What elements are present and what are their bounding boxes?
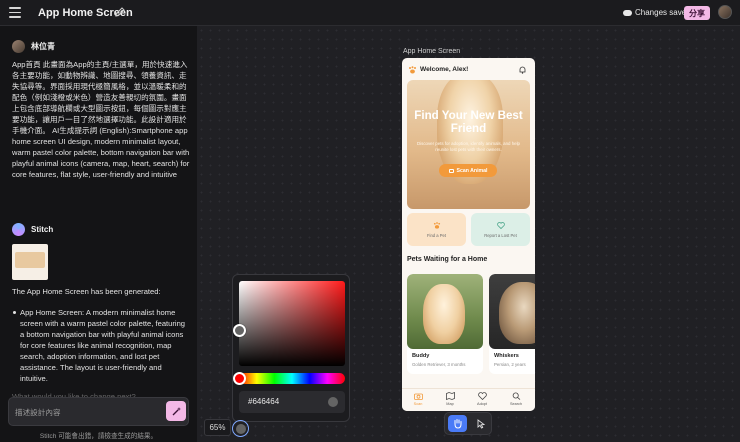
color-swatch-button[interactable] — [232, 420, 249, 437]
nav-item-adopt[interactable]: Adopt — [470, 392, 494, 406]
pet-card[interactable]: Whiskers Persian, 2 years — [489, 274, 535, 374]
pet-name: Whiskers — [494, 353, 519, 359]
user-avatar[interactable] — [718, 5, 732, 19]
menu-icon[interactable] — [9, 7, 21, 18]
saturation-handle[interactable] — [233, 324, 246, 337]
paw-icon — [433, 221, 440, 229]
user-name: 林位青 — [31, 42, 55, 51]
hex-value: #646464 — [248, 397, 280, 406]
cloud-icon — [623, 9, 632, 16]
bullet — [13, 311, 16, 314]
pet-name: Buddy — [412, 353, 430, 359]
zoom-level[interactable]: 65% — [204, 419, 231, 436]
top-bar: App Home Screen Changes save 分享 — [0, 0, 740, 26]
heart-icon — [477, 392, 487, 400]
bottom-navigation: Scan Map Adopt Search — [402, 388, 535, 411]
screen-thumbnail[interactable] — [12, 244, 48, 280]
hand-tool-button[interactable] — [448, 415, 467, 432]
chat-input-box — [8, 397, 189, 426]
select-tool-button[interactable] — [471, 415, 490, 432]
design-prompt-input[interactable] — [15, 405, 155, 419]
nav-item-scan[interactable]: Scan — [406, 392, 430, 406]
map-icon — [445, 392, 455, 400]
share-button[interactable]: 分享 — [684, 6, 710, 20]
avatar — [12, 40, 25, 53]
save-status: Changes save — [623, 8, 686, 17]
camera-icon — [413, 393, 423, 400]
magic-wand-icon — [172, 406, 181, 415]
nav-item-search[interactable]: Search — [504, 392, 528, 406]
hue-slider[interactable] — [239, 373, 345, 384]
stitch-logo-icon — [12, 223, 25, 236]
find-pet-card[interactable]: Find a Pet — [407, 213, 466, 246]
saturation-area[interactable] — [239, 281, 345, 366]
pet-breed: Golden Retriever, 3 months — [412, 362, 466, 367]
color-preview-dot — [328, 397, 338, 407]
disclaimer: Stitch 可能會出錯，請檢查生成的結果。 — [39, 433, 158, 440]
color-picker: #646464 — [232, 274, 350, 422]
section-title: Pets Waiting for a Home — [407, 256, 488, 263]
bell-icon[interactable] — [519, 66, 526, 74]
generate-button[interactable] — [166, 401, 186, 421]
hero-banner: Find Your New Best Friend Discover pets … — [407, 80, 530, 209]
cursor-icon — [477, 418, 485, 429]
hue-handle[interactable] — [233, 372, 246, 385]
scan-animal-button[interactable]: Scan Animal — [439, 164, 497, 177]
hex-input[interactable]: #646464 — [239, 391, 345, 413]
heart-icon — [496, 221, 505, 229]
report-lost-pet-card[interactable]: Report a Lost Pet — [471, 213, 530, 246]
camera-icon — [448, 168, 454, 173]
assistant-header: Stitch — [12, 223, 53, 236]
frame-label[interactable]: App Home Screen — [403, 48, 460, 55]
generated-summary: The App Home Screen has been generated: — [12, 287, 161, 296]
welcome-text: Welcome, Alex! — [420, 66, 469, 73]
phone-frame[interactable]: Welcome, Alex! Find Your New Best Friend… — [402, 58, 535, 411]
pet-photo — [407, 274, 483, 349]
pencil-icon[interactable] — [114, 6, 126, 18]
generated-list: App Home Screen: A modern minimalist hom… — [13, 307, 190, 384]
assistant-name: Stitch — [31, 225, 54, 234]
user-message-header: 林位青 — [12, 40, 55, 53]
hero-subtitle: Discover pets for adoption, identify ani… — [417, 141, 520, 152]
hand-icon — [454, 419, 462, 429]
canvas-toolbar — [444, 412, 492, 435]
nav-item-map[interactable]: Map — [438, 392, 462, 406]
user-prompt: App首頁 此畫面為App的主頁/主選單，用於快速進入各主要功能，如動物辨識、地… — [12, 60, 190, 179]
find-pet-label: Find a Pet — [426, 232, 447, 238]
report-lost-pet-label: Report a Lost Pet — [484, 232, 517, 238]
search-icon — [512, 392, 520, 400]
hero-title: Find Your New Best Friend — [414, 109, 523, 135]
paw-icon — [409, 66, 416, 74]
chat-panel: 林位青 App首頁 此畫面為App的主頁/主選單，用於快速進入各主要功能，如動物… — [0, 26, 197, 442]
pet-breed: Persian, 2 years — [494, 362, 526, 367]
generated-bullet: App Home Screen: A modern minimalist hom… — [20, 308, 186, 383]
pet-card[interactable]: Buddy Golden Retriever, 3 months — [407, 274, 483, 374]
pet-photo — [489, 274, 535, 349]
